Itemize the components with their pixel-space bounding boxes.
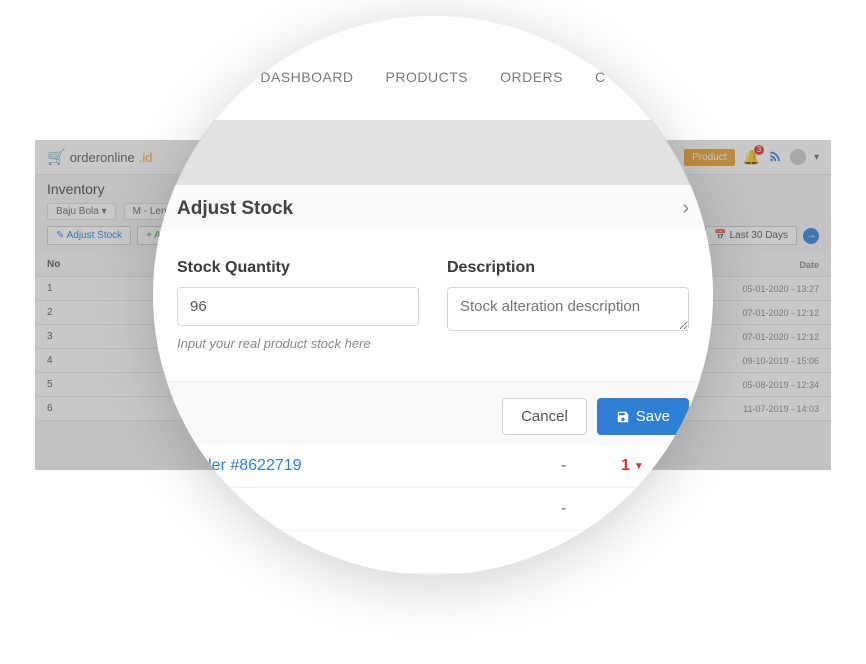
qty-input[interactable] — [177, 287, 419, 326]
row-description: - — [185, 500, 561, 518]
chevron-down-icon[interactable]: ▾ — [814, 152, 819, 163]
nav-tabs: DASHBOARD PRODUCTS ORDERS C — [260, 69, 605, 85]
desc-column: Description — [447, 259, 689, 351]
magnifier-lens: DASHBOARD PRODUCTS ORDERS C Adjust Stock… — [153, 15, 713, 575]
row-description: - — [185, 543, 561, 561]
row-qty: 1 ▼ — [621, 457, 681, 475]
save-label: Save — [636, 408, 670, 425]
adjust-stock-button[interactable]: ✎ Adjust Stock — [47, 226, 131, 245]
list-item: - - 89 ▲ — [153, 488, 713, 531]
list-item: Order #8622719 - 1 ▼ — [153, 445, 713, 488]
cancel-button[interactable]: Cancel — [502, 398, 587, 435]
tab-orders[interactable]: ORDERS — [500, 69, 563, 85]
caret-down-icon: ▼ — [634, 461, 644, 472]
modal-header: Adjust Stock › — [153, 185, 713, 233]
desc-label: Description — [447, 259, 689, 277]
date-filter[interactable]: 📅 Last 30 Days — [705, 226, 797, 245]
tab-dashboard[interactable]: DASHBOARD — [260, 69, 353, 85]
row-dash: - — [561, 500, 621, 518]
desc-textarea[interactable] — [447, 287, 689, 331]
cart-icon: 🛒 — [47, 148, 66, 166]
caret-up-icon: ▲ — [643, 504, 653, 515]
row-dash: - — [561, 457, 621, 475]
brand-logo: 🛒 orderonline .id — [47, 148, 152, 166]
qty-hint: Input your real product stock here — [177, 336, 419, 351]
brand-suffix: .id — [139, 150, 153, 165]
filter-product[interactable]: Baju Bola ▾ — [47, 203, 116, 220]
page-title: Inventory — [47, 181, 105, 197]
save-button[interactable]: Save — [597, 398, 689, 435]
close-icon[interactable]: › — [682, 197, 689, 220]
zoom-rows: Order #8622719 - 1 ▼ - - 89 ▲ - - 1 ▲ — [153, 445, 713, 574]
modal-title: Adjust Stock — [177, 198, 293, 220]
tab-more[interactable]: C — [595, 69, 606, 85]
bell-icon[interactable]: 🔔3 — [743, 149, 760, 166]
save-icon — [616, 410, 630, 424]
list-item: - - 1 ▲ — [153, 531, 713, 574]
caret-up-icon: ▲ — [634, 547, 644, 558]
row-description[interactable]: Order #8622719 — [185, 457, 561, 475]
row-qty: 1 ▲ — [621, 543, 681, 561]
go-button[interactable]: → — [803, 228, 819, 244]
modal-body: Stock Quantity Input your real product s… — [153, 231, 713, 371]
row-qty: 89 ▲ — [621, 500, 681, 518]
rss-icon[interactable] — [768, 149, 782, 166]
row-dash: - — [561, 543, 621, 561]
notification-badge: 3 — [754, 145, 764, 155]
qty-label: Stock Quantity — [177, 259, 419, 277]
brand-name: orderonline — [70, 150, 135, 165]
modal-footer: Cancel Save — [153, 381, 713, 451]
avatar[interactable] — [790, 149, 806, 165]
tab-products[interactable]: PRODUCTS — [386, 69, 469, 85]
qty-column: Stock Quantity Input your real product s… — [177, 259, 419, 351]
